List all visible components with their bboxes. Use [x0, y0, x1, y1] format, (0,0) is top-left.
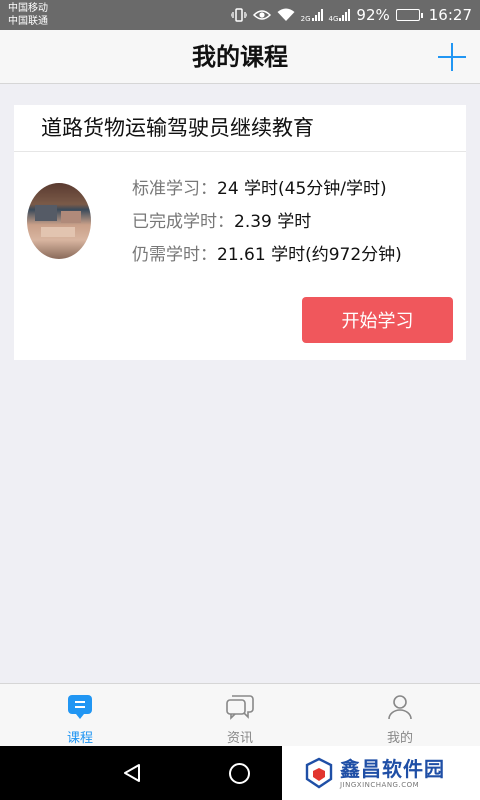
tab-mine-label: 我的 — [386, 731, 413, 746]
chat-bubbles-icon — [225, 693, 255, 720]
completed-hours-label: 已完成学时： — [132, 212, 234, 232]
battery-icon — [395, 9, 423, 21]
eye-icon — [252, 9, 271, 21]
home-icon[interactable] — [229, 763, 250, 784]
network-tag-2: 4G — [328, 14, 339, 23]
tab-course[interactable]: 课程 — [0, 684, 160, 746]
app-header: 我的课程 — [0, 30, 480, 84]
person-icon — [385, 693, 415, 720]
watermark-logo-icon — [305, 757, 333, 789]
signal-icon-1: 2G — [301, 8, 323, 23]
carrier-1: 中国移动 — [8, 3, 48, 14]
system-nav-bar: 鑫昌软件园 JINGXINCHANG.COM — [0, 746, 480, 800]
status-bar: 中国移动 中国联通 2G 4G 92% 16:27 — [0, 0, 480, 30]
add-course-button[interactable] — [438, 43, 466, 71]
watermark-url: JINGXINCHANG.COM — [340, 781, 420, 789]
tab-news-label: 资讯 — [226, 731, 253, 746]
avatar — [27, 183, 91, 259]
wifi-icon — [277, 8, 295, 22]
watermark-name: 鑫昌软件园 — [340, 757, 445, 781]
tab-news[interactable]: 资讯 — [160, 684, 320, 746]
tab-mine[interactable]: 我的 — [320, 684, 480, 746]
signal-icon-2: 4G — [329, 8, 351, 23]
course-title: 道路货物运输驾驶员继续教育 — [14, 105, 466, 152]
watermark: 鑫昌软件园 JINGXINCHANG.COM — [282, 746, 480, 800]
completed-hours-row: 已完成学时：2.39 学时 — [132, 210, 402, 243]
course-stats: 标准学习：24 学时(45分钟/学时) 已完成学时：2.39 学时 仍需学时：2… — [132, 177, 402, 276]
start-learning-button[interactable]: 开始学习 — [302, 297, 453, 343]
course-card[interactable]: 道路货物运输驾驶员继续教育 标准学习：24 学时(45分钟/学时) 已完成学时：… — [14, 105, 466, 360]
network-tag-1: 2G — [300, 14, 311, 23]
standard-hours-value: 24 学时(45分钟/学时) — [217, 179, 387, 199]
standard-hours-row: 标准学习：24 学时(45分钟/学时) — [132, 177, 402, 210]
vibrate-icon — [230, 8, 247, 22]
course-icon — [65, 693, 95, 720]
remaining-hours-row: 仍需学时：21.61 学时(约972分钟) — [132, 243, 402, 276]
back-icon[interactable] — [122, 763, 142, 787]
standard-hours-label: 标准学习： — [132, 179, 217, 199]
completed-hours-value: 2.39 学时 — [234, 212, 312, 232]
remaining-hours-label: 仍需学时： — [132, 245, 217, 265]
carrier-2: 中国联通 — [8, 16, 48, 27]
remaining-hours-value: 21.61 学时(约972分钟) — [217, 245, 402, 265]
page-title: 我的课程 — [192, 43, 288, 71]
bottom-tab-bar: 课程 资讯 我的 — [0, 683, 480, 746]
carrier-labels: 中国移动 中国联通 — [8, 2, 48, 28]
battery-percent: 92% — [356, 6, 390, 24]
tab-course-label: 课程 — [66, 731, 93, 746]
clock: 16:27 — [428, 6, 472, 24]
status-icons: 2G 4G 92% 16:27 — [230, 0, 472, 30]
